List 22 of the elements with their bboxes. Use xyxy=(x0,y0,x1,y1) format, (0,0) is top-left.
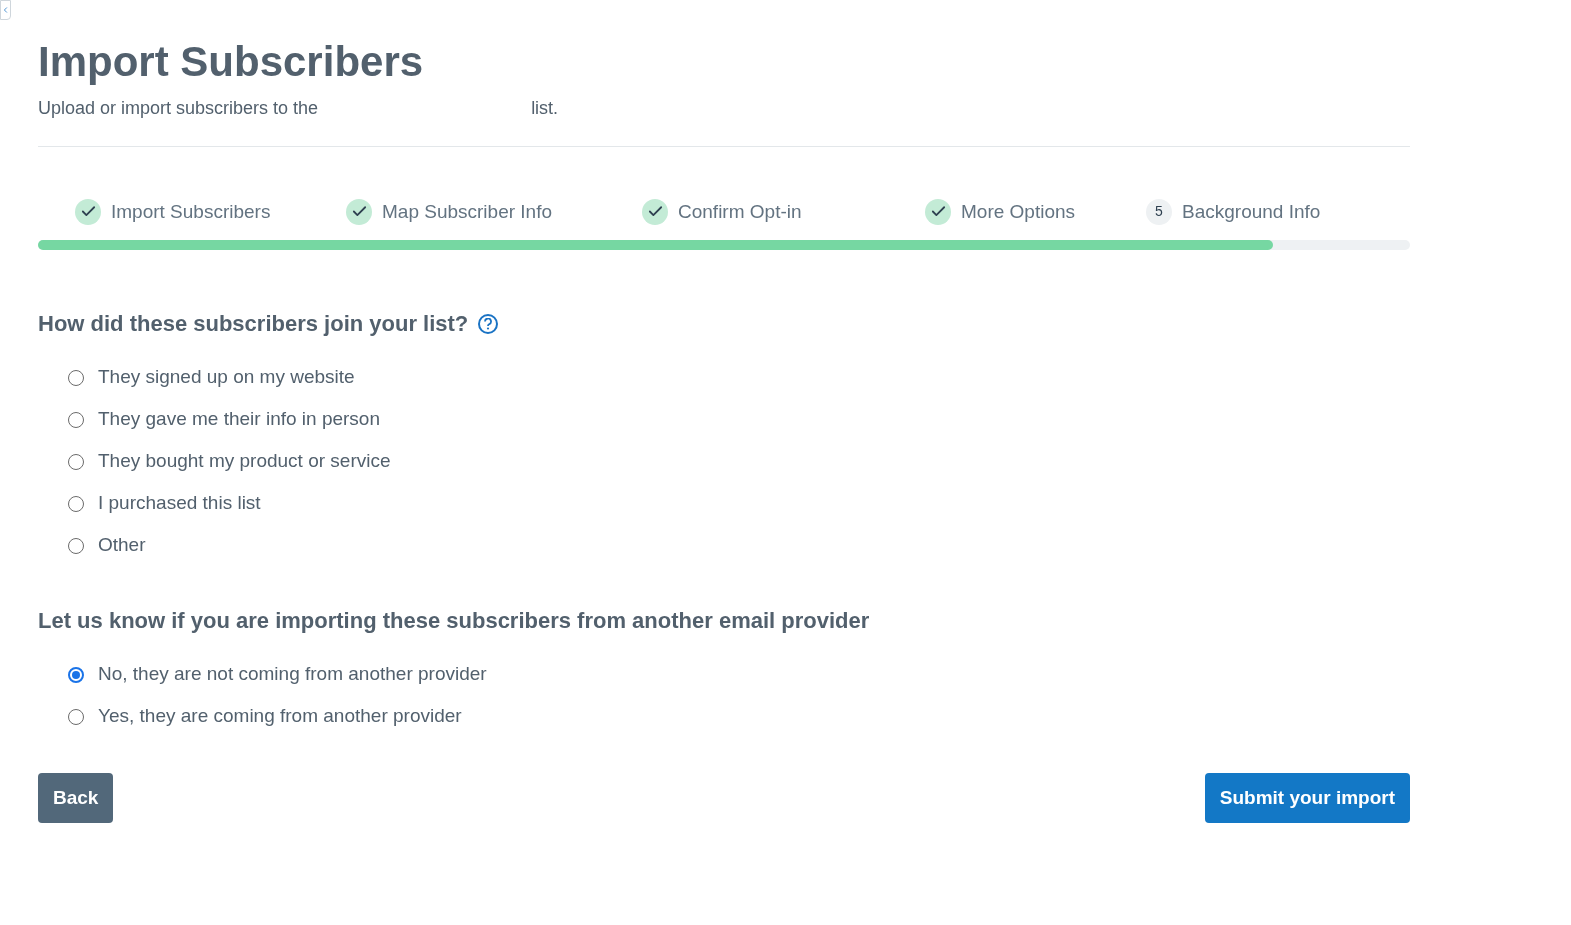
step-label: More Options xyxy=(961,199,1076,224)
step-label: Background Info xyxy=(1182,199,1321,224)
step-number: 5 xyxy=(1146,198,1172,225)
radio-button[interactable] xyxy=(68,666,84,683)
page-title: Import Subscribers xyxy=(38,37,425,87)
radio-option[interactable]: Yes, they are coming from another provider xyxy=(68,704,1410,729)
question-heading: Let us know if you are importing these subscribers from another email provider xyxy=(38,607,870,635)
back-button[interactable]: Back xyxy=(38,773,114,823)
step-label: Import Subscribers xyxy=(111,199,271,224)
submit-button[interactable]: Submit your import xyxy=(1204,773,1410,823)
radio-option[interactable]: They signed up on my website xyxy=(68,365,1410,390)
radio-option[interactable]: They bought my product or service xyxy=(68,449,1410,474)
radio-option[interactable]: No, they are not coming from another provider xyxy=(68,662,1410,687)
help-icon[interactable] xyxy=(478,313,499,334)
step-label: Map Subscriber Info xyxy=(382,199,553,224)
step-label: Confirm Opt-in xyxy=(678,199,802,224)
radio-option[interactable]: They gave me their info in person xyxy=(68,407,1410,432)
radio-option[interactable]: Other xyxy=(68,533,1410,558)
subtitle-text: list. xyxy=(531,96,559,120)
subtitle-text: Upload or import subscribers to the xyxy=(38,96,319,120)
radio-option[interactable]: I purchased this list xyxy=(68,491,1410,516)
question-heading: How did these subscribers join your list? xyxy=(38,310,469,338)
